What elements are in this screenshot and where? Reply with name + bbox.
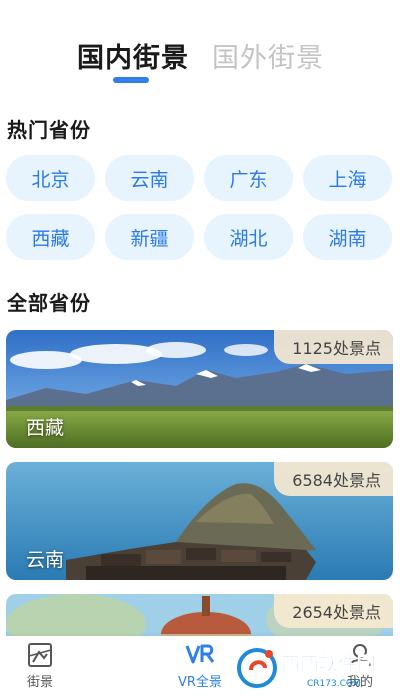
- watermark-logo: 西西软件园 CR173.COM: [237, 648, 376, 689]
- map-icon: [28, 643, 52, 667]
- vr-icon: [185, 644, 215, 664]
- province-chip[interactable]: 湖南: [303, 214, 392, 260]
- attraction-count-badge: 1125处景点: [274, 330, 393, 364]
- attraction-count-badge: 6584处景点: [274, 462, 393, 496]
- nav-item-street-view[interactable]: 街景: [0, 642, 80, 690]
- svg-text:西西软件园: 西西软件园: [281, 652, 376, 675]
- attraction-count-badge: 2654处景点: [274, 594, 393, 628]
- province-card-name: 西藏: [26, 417, 65, 439]
- province-chip[interactable]: 新疆: [105, 214, 194, 260]
- nav-item-vr-panorama[interactable]: VR全景: [160, 642, 240, 690]
- all-provinces-title: 全部省份: [7, 291, 91, 315]
- active-tab-indicator: [113, 77, 149, 83]
- province-chip[interactable]: 西藏: [6, 214, 95, 260]
- province-card[interactable]: 1125处景点 西藏: [6, 330, 393, 448]
- nav-label: 街景: [26, 675, 53, 690]
- province-chip[interactable]: 湖北: [204, 214, 293, 260]
- nav-label: VR全景: [178, 675, 222, 690]
- top-tab-bar: 国内街景 国外街景: [0, 0, 400, 100]
- province-chip[interactable]: 云南: [105, 155, 194, 201]
- province-chip[interactable]: 北京: [6, 155, 95, 201]
- tab-domestic-street-view[interactable]: 国内街景: [77, 36, 189, 75]
- tab-foreign-street-view[interactable]: 国外街景: [212, 36, 324, 75]
- hot-provinces-title: 热门省份: [7, 118, 91, 142]
- province-card[interactable]: 6584处景点 云南: [6, 462, 393, 580]
- province-chip[interactable]: 广东: [204, 155, 293, 201]
- svg-text:CR173.COM: CR173.COM: [307, 679, 361, 689]
- province-card-name: 云南: [26, 549, 65, 571]
- province-chip[interactable]: 上海: [303, 155, 392, 201]
